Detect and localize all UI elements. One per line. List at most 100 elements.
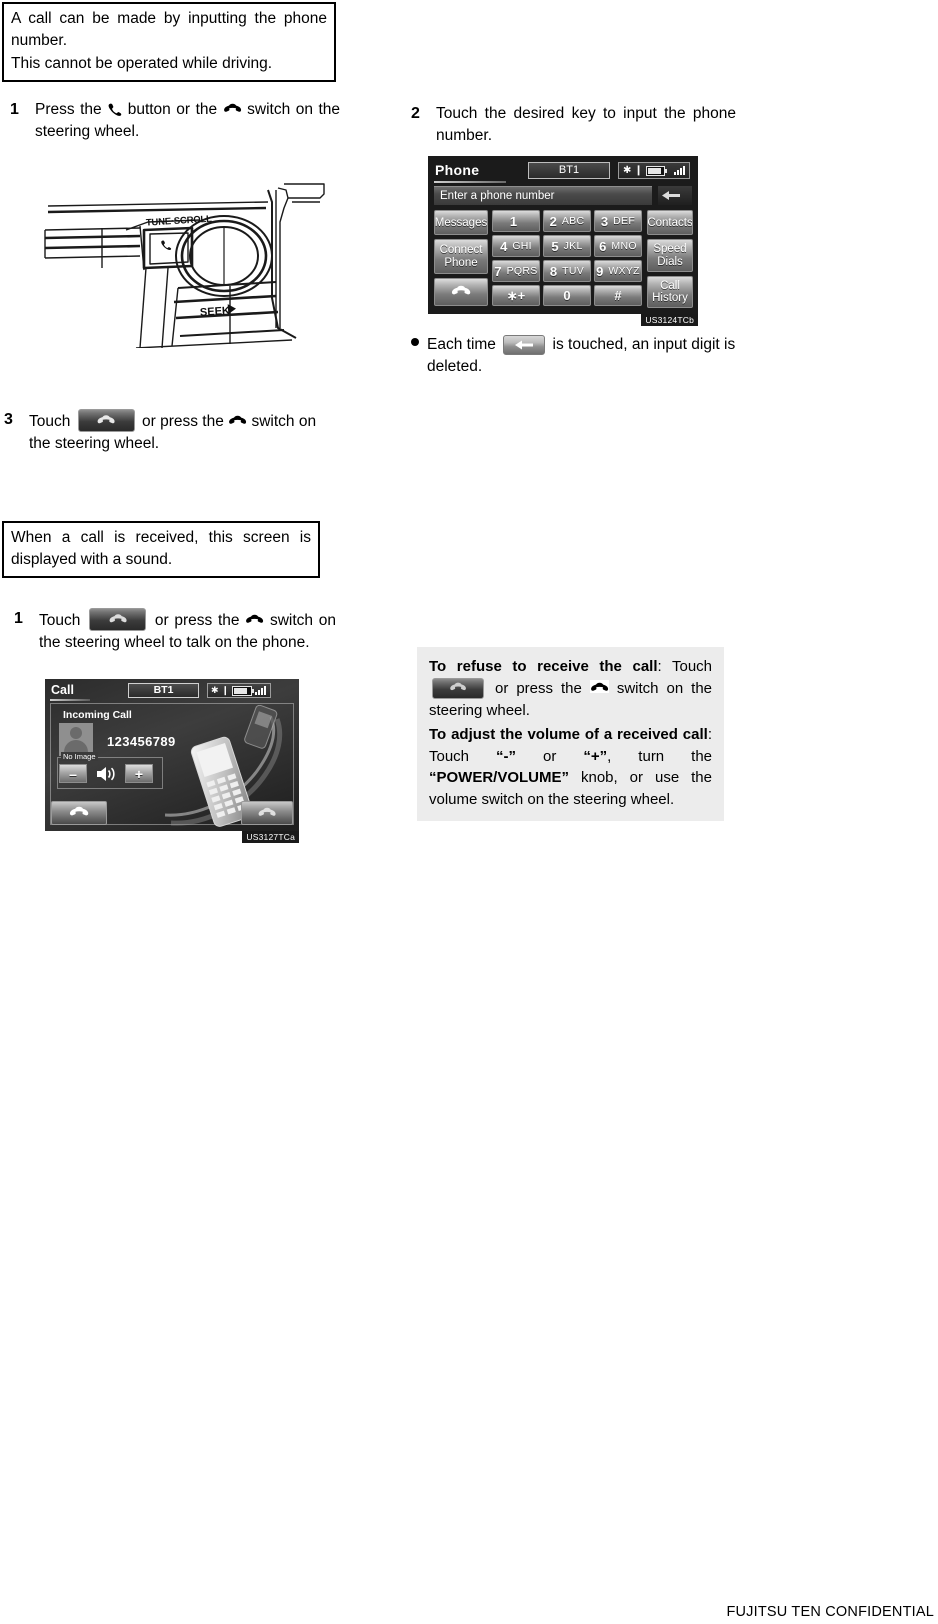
keypad-key-speed-dials-label2: Dials bbox=[657, 255, 683, 268]
info-refuse-rest-2: or press the bbox=[495, 679, 582, 697]
notice-incoming-call: When a call is received, this screen is … bbox=[2, 521, 320, 578]
info-volume-knob: “POWER/VOLUME” bbox=[429, 769, 570, 787]
keypad-key-1[interactable]: 1 bbox=[492, 210, 540, 232]
backspace-key-icon[interactable] bbox=[503, 335, 546, 355]
bluetooth-icon: ✱ bbox=[211, 685, 219, 695]
bullet-delete-text-a: Each time bbox=[427, 336, 496, 353]
backspace-button[interactable] bbox=[658, 186, 692, 205]
step-1-incoming-text-b: or press the bbox=[154, 612, 240, 629]
keypad-key-contacts[interactable]: Contacts bbox=[647, 210, 693, 235]
speaker-icon bbox=[95, 765, 117, 788]
phone-number-input[interactable]: Enter a phone number bbox=[434, 186, 652, 205]
step-3-text-b: or press the bbox=[142, 413, 224, 430]
keypad-key-call-history-label2: History bbox=[652, 292, 688, 304]
incoming-call-label: Incoming Call bbox=[63, 709, 132, 721]
keypad-key-9[interactable]: 9 WXYZ bbox=[594, 260, 642, 282]
info-volume-rest-2: , turn the bbox=[607, 747, 712, 765]
info-refuse-paragraph: To refuse to receive the call: Touch or … bbox=[429, 656, 712, 722]
phone-screen-title: Phone bbox=[435, 162, 480, 178]
call-softkey-icon[interactable] bbox=[77, 409, 135, 432]
answer-call-button[interactable] bbox=[51, 801, 107, 825]
info-panel-refuse-volume: To refuse to receive the call: Touch or … bbox=[417, 647, 724, 822]
keypad-key-5[interactable]: 5 JKL bbox=[543, 235, 591, 257]
reject-call-button[interactable] bbox=[241, 801, 293, 825]
keypad-key-5-letters: JKL bbox=[563, 240, 583, 252]
keypad-key-7-digit: 7 bbox=[494, 263, 502, 279]
keypad-key-5-digit: 5 bbox=[551, 238, 559, 254]
incoming-call-title: Call bbox=[51, 683, 74, 697]
keypad-key-7[interactable]: 7 PQRS bbox=[492, 260, 540, 282]
keypad-key-8-letters: TUV bbox=[562, 265, 585, 277]
keypad-key-4[interactable]: 4 GHI bbox=[492, 235, 540, 257]
notice-incoming-call-line1: When a call is received, this screen is … bbox=[11, 529, 311, 568]
keypad-key-speed-dials-label: Speed bbox=[653, 243, 687, 256]
signal-small-icon: ❙ bbox=[221, 685, 230, 695]
step-3-text-a: Touch bbox=[29, 413, 71, 430]
step-2-number: 2 bbox=[411, 105, 420, 122]
keypad-key-3[interactable]: 3 DEF bbox=[594, 210, 642, 232]
keypad-key-call-history-label: Call bbox=[660, 279, 680, 292]
notice-making-call-line1: A call can be made by inputting the phon… bbox=[11, 10, 327, 49]
keypad-key-hash[interactable]: # bbox=[594, 285, 642, 306]
page-footer: FUJITSU TEN CONFIDENTIAL bbox=[726, 1604, 934, 1620]
keypad-key-4-digit: 4 bbox=[500, 238, 508, 254]
keypad-key-2-letters: ABC bbox=[561, 215, 585, 227]
bullet-dot bbox=[411, 338, 419, 346]
keypad-key-0-digit: 0 bbox=[563, 288, 571, 303]
phone-keypad-screen: Phone BT1 ✱ ❙ Enter a phone number Messa… bbox=[428, 156, 698, 314]
volume-down-button[interactable]: – bbox=[59, 764, 87, 783]
keypad-key-8-digit: 8 bbox=[549, 263, 558, 279]
keypad-key-star-digit: ∗+ bbox=[506, 287, 526, 303]
keypad-key-2-digit: 2 bbox=[549, 213, 557, 229]
bluetooth-device-label[interactable]: BT1 bbox=[128, 683, 199, 698]
volume-up-label: + bbox=[134, 765, 144, 782]
battery-icon bbox=[232, 685, 255, 696]
steering-phone-switch-icon bbox=[589, 679, 609, 693]
step-1: 1 Press the button or the switch on the … bbox=[10, 99, 340, 143]
handset-icon bbox=[107, 101, 122, 116]
step-1-incoming: 1 Touch or press the switch on the steer… bbox=[14, 608, 336, 654]
keypad-key-2[interactable]: 2 ABC bbox=[543, 210, 591, 232]
keypad-key-connect-phone-label2: Phone bbox=[444, 256, 478, 269]
status-indicators: ✱ ❙ bbox=[207, 683, 271, 698]
keypad-key-speed-dials[interactable]: Speed Dials bbox=[647, 239, 693, 272]
step-1-text-a: Press the bbox=[35, 101, 102, 118]
keypad-key-9-letters: WXYZ bbox=[608, 265, 640, 277]
bluetooth-device-label[interactable]: BT1 bbox=[528, 162, 610, 179]
step-3: 3 Touch or press the switch on the steer… bbox=[4, 409, 340, 455]
keypad-key-contacts-label: Contacts bbox=[647, 216, 693, 229]
keypad-key-6-letters: MNO bbox=[611, 240, 637, 252]
info-refuse-bold: To refuse to receive the call bbox=[429, 658, 658, 675]
incoming-call-image-code: US3127TCa bbox=[242, 831, 299, 843]
keypad-key-7-letters: PQRS bbox=[506, 265, 538, 277]
keypad-key-connect-phone[interactable]: Connect Phone bbox=[434, 239, 488, 274]
keypad-key-call[interactable] bbox=[434, 278, 488, 306]
step-2-text: Touch the desired key to input the phone… bbox=[436, 105, 736, 144]
info-volume-minus: “-” bbox=[496, 747, 517, 765]
bluetooth-icon: ✱ bbox=[623, 165, 632, 176]
keypad-key-6[interactable]: 6 MNO bbox=[594, 235, 642, 257]
volume-up-button[interactable]: + bbox=[125, 764, 153, 783]
keypad-key-star[interactable]: ∗+ bbox=[492, 285, 540, 306]
keypad-key-call-history[interactable]: Call History bbox=[647, 276, 693, 308]
phone-keypad-screenshot: Phone BT1 ✱ ❙ Enter a phone number Messa… bbox=[428, 156, 698, 326]
keypad-key-messages[interactable]: Messages bbox=[434, 210, 488, 235]
info-refuse-rest-1: : Touch bbox=[657, 658, 713, 675]
volume-down-label: – bbox=[69, 765, 77, 782]
keypad-key-9-digit: 9 bbox=[596, 263, 604, 279]
answer-call-softkey-icon[interactable] bbox=[89, 608, 147, 631]
notice-making-call-line2: This cannot be operated while driving. bbox=[11, 55, 273, 72]
steering-phone-switch-icon bbox=[245, 612, 264, 625]
step-1-number: 1 bbox=[10, 101, 19, 118]
keypad-key-messages-label: Messages bbox=[434, 216, 488, 229]
keypad-key-8[interactable]: 8 TUV bbox=[543, 260, 591, 282]
reject-call-softkey-icon[interactable] bbox=[432, 677, 484, 699]
battery-icon bbox=[645, 165, 668, 176]
keypad-key-0[interactable]: 0 bbox=[543, 285, 591, 306]
keypad-key-connect-phone-label: Connect bbox=[439, 244, 483, 257]
head-unit-illustration: TUNE·SCROLL SEEK bbox=[40, 178, 340, 349]
keypad-key-1-digit: 1 bbox=[509, 213, 518, 229]
notice-making-call: A call can be made by inputting the phon… bbox=[2, 2, 336, 82]
keypad-key-hash-digit: # bbox=[614, 288, 622, 303]
signal-strength-icon bbox=[255, 686, 267, 695]
